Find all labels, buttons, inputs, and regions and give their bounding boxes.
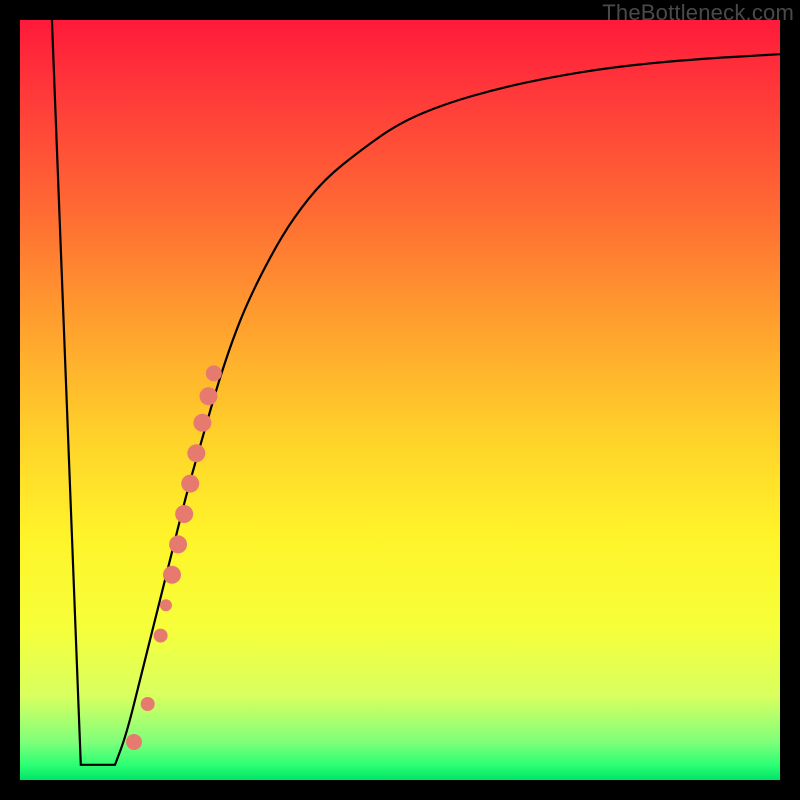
data-marker <box>154 629 168 643</box>
plot-area <box>20 20 780 780</box>
data-marker <box>193 414 211 432</box>
curve-layer <box>20 20 780 780</box>
data-marker <box>181 475 199 493</box>
data-marker <box>175 505 193 523</box>
chart-frame: TheBottleneck.com <box>0 0 800 800</box>
data-marker <box>163 566 181 584</box>
data-marker <box>126 734 142 750</box>
data-marker <box>160 599 172 611</box>
data-marker <box>206 365 222 381</box>
marker-group <box>126 365 222 750</box>
data-marker <box>187 444 205 462</box>
data-marker <box>169 535 187 553</box>
data-marker <box>141 697 155 711</box>
data-marker <box>199 387 217 405</box>
bottleneck-curve <box>52 20 780 765</box>
